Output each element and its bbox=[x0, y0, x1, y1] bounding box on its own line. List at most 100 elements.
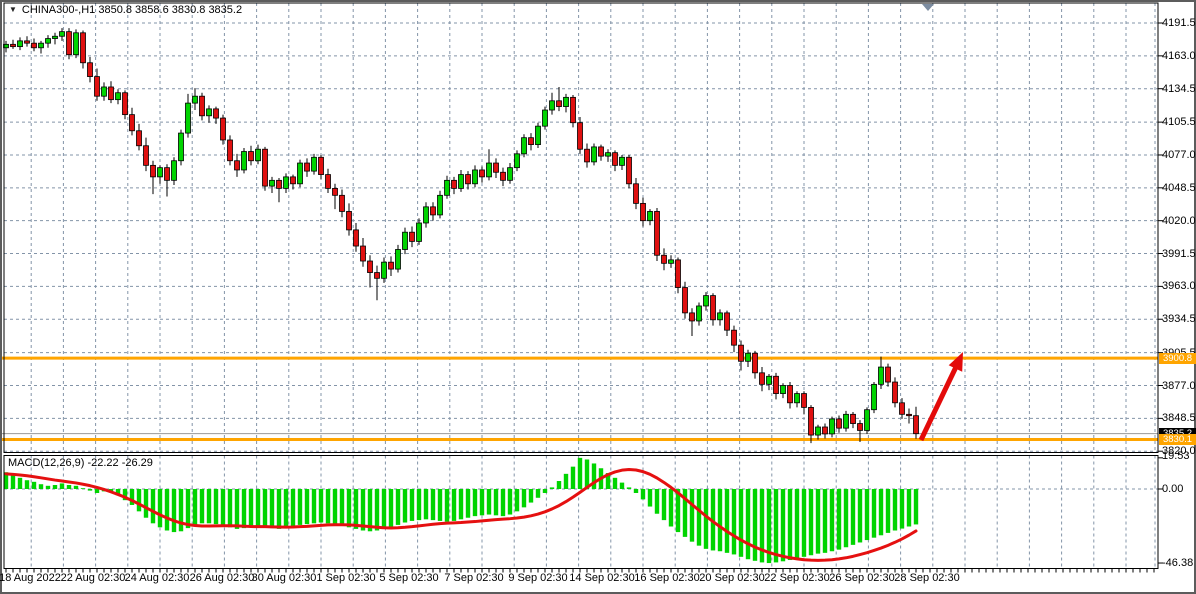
macd-histogram-bar bbox=[543, 489, 547, 493]
candle bbox=[522, 134, 527, 157]
macd-histogram-bar bbox=[627, 487, 631, 489]
candle bbox=[32, 39, 37, 52]
time-axis-label: 22 Aug 02:30 bbox=[61, 572, 126, 584]
candle bbox=[445, 176, 450, 199]
macd-histogram-bar bbox=[382, 489, 386, 529]
macd-histogram-bar bbox=[522, 489, 526, 507]
candle bbox=[298, 160, 303, 188]
macd-histogram-bar bbox=[466, 489, 470, 518]
candle bbox=[592, 143, 597, 165]
macd-histogram-bar bbox=[158, 489, 162, 527]
macd-histogram-bar bbox=[578, 458, 582, 489]
candle bbox=[739, 341, 744, 371]
macd-histogram-bar bbox=[480, 489, 484, 515]
macd-histogram-bar bbox=[613, 478, 617, 489]
macd-histogram-bar bbox=[445, 489, 449, 522]
macd-histogram-bar bbox=[648, 489, 652, 507]
price-axis-label: 3848.5 bbox=[1162, 412, 1196, 424]
candle bbox=[557, 87, 562, 111]
macd-histogram-bar bbox=[662, 489, 666, 520]
macd-histogram-bar bbox=[319, 489, 323, 523]
price-axis-label: 4134.5 bbox=[1162, 83, 1196, 95]
macd-histogram-bar bbox=[739, 489, 743, 557]
candle bbox=[802, 391, 807, 414]
candle bbox=[487, 149, 492, 180]
symbol-ohlc-title: CHINA300-,H1 3850.8 3858.6 3830.8 3835.2 bbox=[22, 4, 242, 16]
support-price-tag: 3830.1 bbox=[1159, 434, 1196, 445]
macd-histogram-bar bbox=[823, 489, 827, 553]
macd-histogram-bar bbox=[893, 489, 897, 530]
candle bbox=[165, 164, 170, 196]
annotations bbox=[921, 4, 963, 440]
macd-histogram-bar bbox=[774, 489, 778, 562]
macd-histogram-bar bbox=[669, 489, 673, 527]
candle bbox=[725, 311, 730, 336]
macd-histogram-bar bbox=[81, 488, 85, 489]
macd-histogram-bar bbox=[879, 489, 883, 535]
trend-arrow-shaft[interactable] bbox=[921, 368, 956, 440]
candle bbox=[270, 177, 275, 193]
macd-axis-label: 19.53 bbox=[1162, 450, 1190, 462]
time-axis-label: 26 Sep 02:30 bbox=[829, 572, 894, 584]
macd-histogram-bar bbox=[725, 489, 729, 553]
candle bbox=[130, 108, 135, 136]
candle bbox=[529, 133, 534, 150]
candle bbox=[655, 208, 660, 261]
candle bbox=[235, 154, 240, 177]
macd-histogram-bar bbox=[284, 489, 288, 527]
candle bbox=[641, 198, 646, 227]
period-marker-icon bbox=[922, 4, 934, 11]
macd-histogram-bar bbox=[193, 489, 197, 525]
chart-window: ▼ CHINA300-,H1 3850.8 3858.6 3830.8 3835… bbox=[0, 0, 1196, 594]
candle bbox=[354, 223, 359, 252]
time-axis-label: 5 Sep 02:30 bbox=[379, 572, 438, 584]
macd-histogram-bar bbox=[228, 489, 232, 527]
candle bbox=[466, 171, 471, 189]
macd-histogram-bar bbox=[550, 487, 554, 489]
symbol-title-row: ▼ CHINA300-,H1 3850.8 3858.6 3830.8 3835… bbox=[9, 4, 242, 16]
price-axis-label: 3963.0 bbox=[1162, 280, 1196, 292]
candle bbox=[830, 417, 835, 438]
macd-indicator bbox=[4, 458, 918, 563]
macd-histogram-bar bbox=[634, 489, 638, 493]
macd-histogram-bar bbox=[235, 489, 239, 529]
macd-histogram-bar bbox=[186, 489, 190, 528]
macd-histogram-bar bbox=[144, 489, 148, 518]
chart-canvas[interactable] bbox=[0, 0, 1196, 594]
macd-histogram-bar bbox=[32, 482, 36, 489]
candle bbox=[11, 40, 16, 49]
macd-histogram-bar bbox=[424, 489, 428, 519]
macd-histogram-bar bbox=[459, 489, 463, 519]
triangle-down-icon[interactable]: ▼ bbox=[9, 5, 17, 15]
macd-histogram-bar bbox=[165, 489, 169, 530]
candle bbox=[305, 158, 310, 176]
macd-histogram-bar bbox=[67, 485, 71, 489]
macd-histogram-bar bbox=[571, 467, 575, 489]
candle bbox=[312, 154, 317, 175]
candle bbox=[550, 93, 555, 115]
macd-axis-label: 0.00 bbox=[1162, 483, 1183, 495]
candle bbox=[697, 303, 702, 326]
candle bbox=[823, 424, 828, 439]
candle bbox=[704, 292, 709, 310]
price-axis-label: 4048.5 bbox=[1162, 182, 1196, 194]
candle bbox=[473, 165, 478, 187]
candle bbox=[242, 148, 247, 173]
candle bbox=[109, 81, 114, 103]
macd-histogram-bar bbox=[340, 489, 344, 526]
candle bbox=[151, 161, 156, 194]
candle bbox=[718, 309, 723, 325]
macd-histogram-bar bbox=[410, 489, 414, 521]
macd-histogram-bar bbox=[179, 489, 183, 531]
candle bbox=[200, 93, 205, 121]
candle bbox=[501, 168, 506, 186]
candle bbox=[571, 95, 576, 127]
macd-histogram-bar bbox=[487, 489, 491, 515]
macd-histogram-bar bbox=[151, 489, 155, 523]
candle bbox=[459, 170, 464, 192]
candle bbox=[46, 35, 51, 48]
macd-histogram-bar bbox=[249, 489, 253, 527]
macd-histogram-bar bbox=[641, 489, 645, 499]
macd-histogram-bar bbox=[431, 489, 435, 520]
candle bbox=[711, 293, 716, 325]
